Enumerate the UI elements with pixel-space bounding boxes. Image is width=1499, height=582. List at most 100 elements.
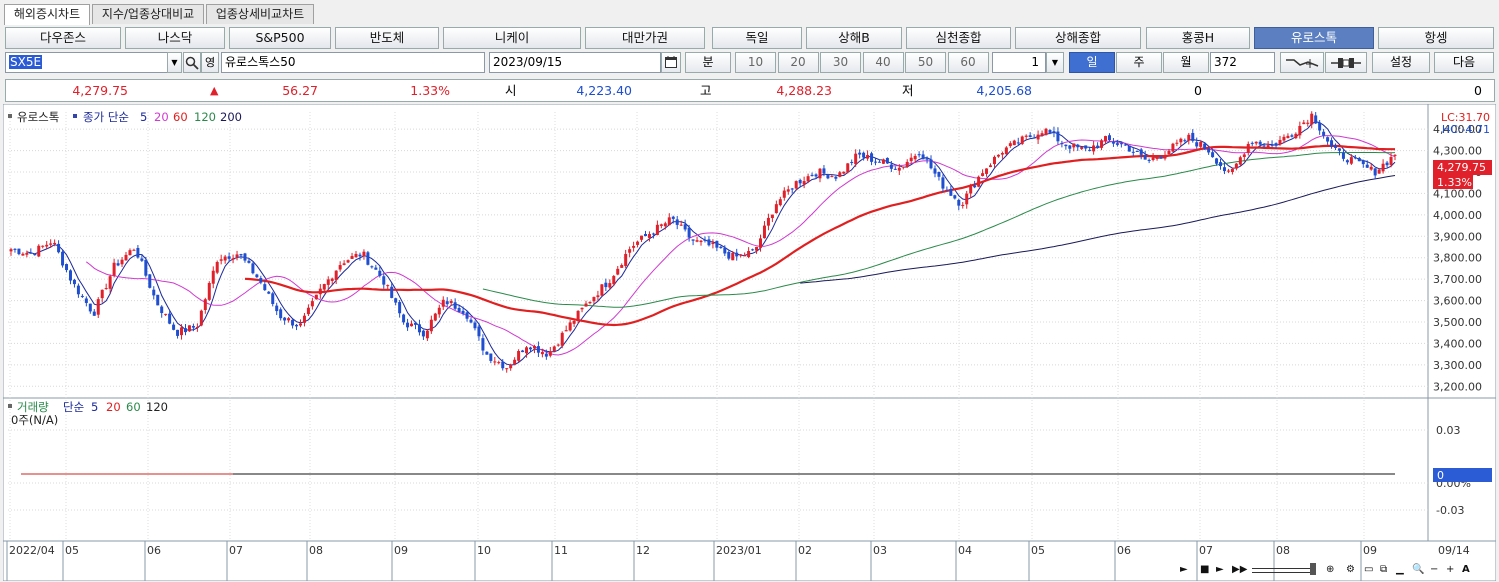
market-button-4[interactable]: 니케이 xyxy=(443,27,581,49)
tab-sector-detail[interactable]: 업종상세비교차트 xyxy=(206,4,314,24)
open-price: 4,223.40 xyxy=(576,83,632,98)
interval-button-60[interactable]: 60 xyxy=(947,52,989,73)
next-button[interactable]: 다음 xyxy=(1434,52,1494,73)
chart-type-button[interactable] xyxy=(1280,52,1324,73)
symbol-dropdown-button[interactable]: ▼ xyxy=(167,52,182,73)
tab-overseas-chart[interactable]: 해외증시차트 xyxy=(4,4,90,25)
candle-body xyxy=(1004,147,1008,155)
time-tick-label: 06 xyxy=(1117,544,1131,557)
market-button-0[interactable]: 다우존스 xyxy=(5,27,121,49)
volume-tick-label: 0.03 xyxy=(1436,424,1461,437)
gear-icon[interactable]: ⚙ xyxy=(1346,561,1355,578)
candle-body xyxy=(437,307,441,315)
date-input[interactable]: 2023/09/15 xyxy=(489,52,661,73)
count-dropdown-button[interactable]: ▼ xyxy=(1046,52,1064,73)
candle-body xyxy=(433,313,437,321)
candle-body xyxy=(1258,141,1262,145)
copy-icon[interactable]: ⧉ xyxy=(1380,561,1387,578)
count-input[interactable]: 1 xyxy=(992,52,1046,73)
minimize-icon[interactable]: ▁ xyxy=(1396,561,1404,578)
candle-body xyxy=(572,320,576,324)
minus-icon[interactable]: − xyxy=(1430,561,1438,578)
market-button-8[interactable]: 심천종합 xyxy=(906,27,1011,49)
font-size-icon[interactable]: A xyxy=(1462,561,1470,578)
time-tick-label: 10 xyxy=(477,544,491,557)
symbol-code-input[interactable]: SX5E xyxy=(5,52,168,73)
market-button-1[interactable]: 나스닥 xyxy=(125,27,225,49)
english-toggle-button[interactable]: 영 xyxy=(201,52,219,73)
settings-button[interactable]: 설정 xyxy=(1372,52,1430,73)
candle-body xyxy=(794,181,798,189)
open-label: 시 xyxy=(505,83,517,98)
candle-body xyxy=(1226,170,1230,172)
market-button-9[interactable]: 상해종합 xyxy=(1015,27,1141,49)
interval-button-40[interactable]: 40 xyxy=(862,52,904,73)
zoom-slider[interactable] xyxy=(1252,568,1314,573)
candle-body xyxy=(862,152,866,158)
candle-body xyxy=(45,244,49,247)
interval-button-20[interactable]: 20 xyxy=(777,52,819,73)
candle-body xyxy=(854,153,858,165)
search-button[interactable] xyxy=(183,52,201,73)
candle-body xyxy=(846,163,850,173)
ma60-legend: 60 xyxy=(173,110,188,124)
candle-body xyxy=(1119,143,1123,145)
candle-body xyxy=(152,289,156,296)
candle-body xyxy=(659,224,663,226)
interval-button-10[interactable]: 10 xyxy=(735,52,776,73)
market-button-11[interactable]: 유로스톡 xyxy=(1254,27,1374,49)
market-button-6[interactable]: 독일 xyxy=(712,27,802,49)
candle-body xyxy=(1060,143,1064,145)
minute-unit-button[interactable]: 분 xyxy=(685,52,731,73)
market-button-2[interactable]: S&P500 xyxy=(229,27,331,49)
candle-body xyxy=(322,284,326,290)
candle-body xyxy=(814,174,818,177)
candle-body xyxy=(628,249,632,253)
zoom-in-icon[interactable]: 🔍 xyxy=(1412,561,1424,578)
volume-tick-label: -0.03 xyxy=(1436,504,1464,517)
chart-style-button[interactable] xyxy=(1325,52,1367,73)
scroll-left-button[interactable]: ► xyxy=(1180,561,1188,578)
candle-body xyxy=(120,259,124,265)
market-button-10[interactable]: 홍콩H xyxy=(1146,27,1250,49)
zoom-slider-handle[interactable] xyxy=(1310,563,1316,575)
price-volume-chart[interactable]: 3,200.00 3,300.00 3,400.00 3,500.00 3,600.00… xyxy=(3,104,1496,581)
window-icon[interactable]: ▭ xyxy=(1364,561,1373,578)
candle-body xyxy=(1310,113,1314,125)
candle-body xyxy=(235,254,239,258)
candle-body xyxy=(1064,144,1068,147)
period-week-button[interactable]: 주 xyxy=(1116,52,1162,73)
calendar-button[interactable] xyxy=(661,52,681,73)
price-tick-label: 3,200.00 xyxy=(1433,380,1482,393)
price-tick-label: 4,000.00 xyxy=(1433,209,1482,222)
candle-body xyxy=(770,214,774,219)
zoom-fit-icon[interactable]: ⊕ xyxy=(1326,561,1334,578)
candle-body xyxy=(612,276,616,285)
candle-body xyxy=(806,176,810,182)
period-month-button[interactable]: 월 xyxy=(1163,52,1209,73)
candle-body xyxy=(1100,140,1104,148)
candle-body xyxy=(108,276,112,289)
market-button-12[interactable]: 항셍 xyxy=(1378,27,1494,49)
candle-body xyxy=(1151,157,1155,160)
candle-body xyxy=(421,330,425,337)
stop-button[interactable]: ■ xyxy=(1200,561,1209,578)
candle-body xyxy=(1330,140,1334,147)
period-day-button[interactable]: 일 xyxy=(1069,52,1115,73)
bar-count-input[interactable]: 372 xyxy=(1210,52,1275,73)
tab-index-compare[interactable]: 지수/업종상대비교 xyxy=(92,4,204,24)
candle-body xyxy=(1155,157,1159,159)
market-button-5[interactable]: 대만가권 xyxy=(585,27,705,49)
plus-icon[interactable]: + xyxy=(1446,561,1454,578)
candle-body xyxy=(239,254,243,256)
fast-forward-button[interactable]: ▶▶ xyxy=(1232,561,1247,578)
candle-body xyxy=(65,264,69,271)
time-tick-label: 12 xyxy=(636,544,650,557)
interval-button-50[interactable]: 50 xyxy=(905,52,946,73)
play-button[interactable]: ► xyxy=(1216,561,1224,578)
interval-button-30[interactable]: 30 xyxy=(820,52,861,73)
market-button-7[interactable]: 상해B xyxy=(806,27,902,49)
market-button-3[interactable]: 반도체 xyxy=(335,27,439,49)
candle-body xyxy=(1135,150,1139,152)
time-tick-label: 05 xyxy=(1031,544,1045,557)
